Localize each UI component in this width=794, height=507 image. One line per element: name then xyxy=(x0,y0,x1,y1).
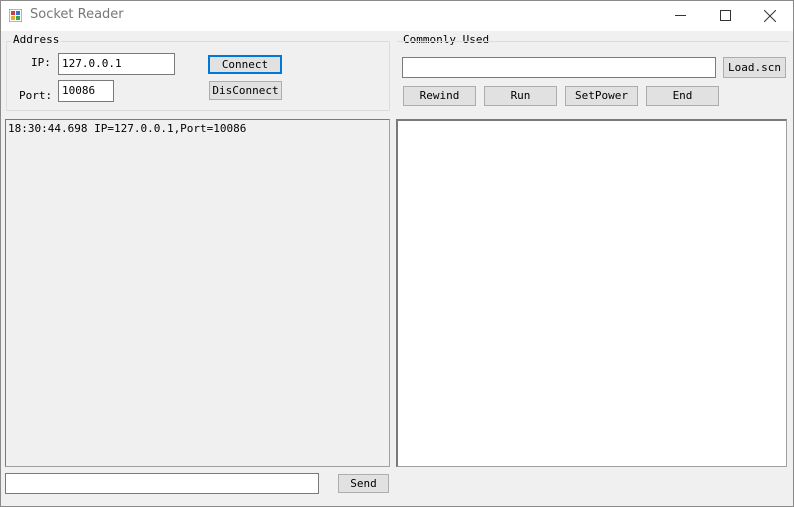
response-panel[interactable] xyxy=(396,119,787,467)
maximize-icon xyxy=(719,10,731,21)
minimize-icon xyxy=(674,15,686,16)
commonly-used-legend: Commonly Used xyxy=(401,33,492,46)
send-button[interactable]: Send xyxy=(338,474,389,493)
address-group-legend: Address xyxy=(11,33,62,46)
ip-input[interactable]: 127.0.0.1 xyxy=(58,53,175,75)
run-button[interactable]: Run xyxy=(484,86,557,106)
port-input[interactable]: 10086 xyxy=(58,80,114,102)
connect-button[interactable]: Connect xyxy=(208,55,282,74)
maximize-button[interactable] xyxy=(702,0,748,31)
disconnect-button[interactable]: DisConnect xyxy=(209,81,282,100)
ip-label: IP: xyxy=(31,56,51,69)
minimize-button[interactable] xyxy=(657,0,703,31)
send-input[interactable] xyxy=(5,473,319,494)
load-scn-button[interactable]: Load.scn xyxy=(723,57,786,78)
close-button[interactable] xyxy=(747,0,793,31)
setpower-button[interactable]: SetPower xyxy=(565,86,638,106)
rewind-button[interactable]: Rewind xyxy=(403,86,476,106)
script-path-input[interactable] xyxy=(402,57,716,78)
close-icon xyxy=(764,9,776,22)
window-title: Socket Reader xyxy=(30,7,124,22)
log-line: 18:30:44.698 IP=127.0.0.1,Port=10086 xyxy=(8,122,247,135)
window-app-icon xyxy=(9,9,22,22)
log-textarea[interactable]: 18:30:44.698 IP=127.0.0.1,Port=10086 xyxy=(5,119,390,467)
port-label: Port: xyxy=(19,89,53,102)
end-button[interactable]: End xyxy=(646,86,719,106)
commonly-used-group xyxy=(397,41,789,42)
